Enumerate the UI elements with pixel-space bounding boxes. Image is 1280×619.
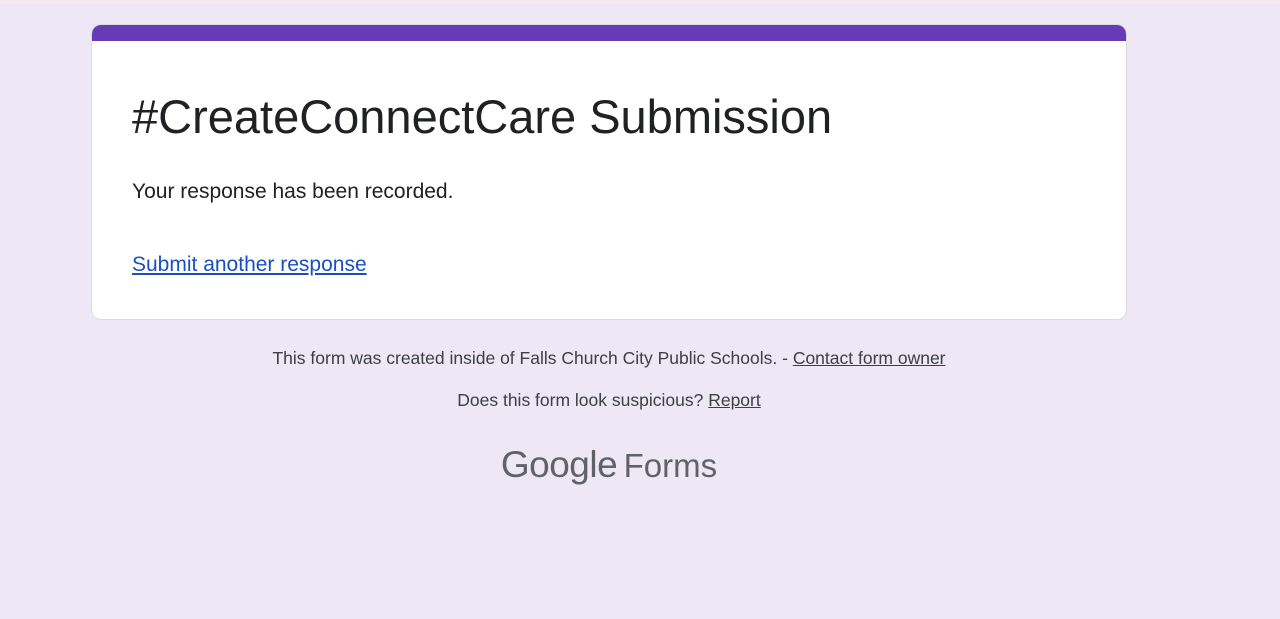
footer-created-inside-text: This form was created inside of Falls Ch… (272, 348, 793, 368)
confirmation-message: Your response has been recorded. (132, 180, 454, 203)
report-link[interactable]: Report (708, 390, 761, 410)
submit-another-response-link[interactable]: Submit another response (132, 251, 367, 279)
form-title: #CreateConnectCare Submission (132, 90, 833, 143)
footer-created-inside: This form was created inside of Falls Ch… (91, 346, 1127, 370)
google-wordmark: Google (500, 444, 618, 485)
forms-wordmark: Forms (623, 447, 718, 484)
google-forms-logo[interactable]: Google Forms (91, 444, 1127, 486)
confirmation-card: #CreateConnectCare Submission Your respo… (91, 24, 1127, 320)
footer-suspicious-text: Does this form look suspicious? (457, 390, 709, 410)
top-strip (0, 0, 1280, 4)
contact-form-owner-link[interactable]: Contact form owner (793, 348, 946, 368)
footer-suspicious: Does this form look suspicious? Report (91, 388, 1127, 412)
card-accent-bar (92, 25, 1126, 41)
